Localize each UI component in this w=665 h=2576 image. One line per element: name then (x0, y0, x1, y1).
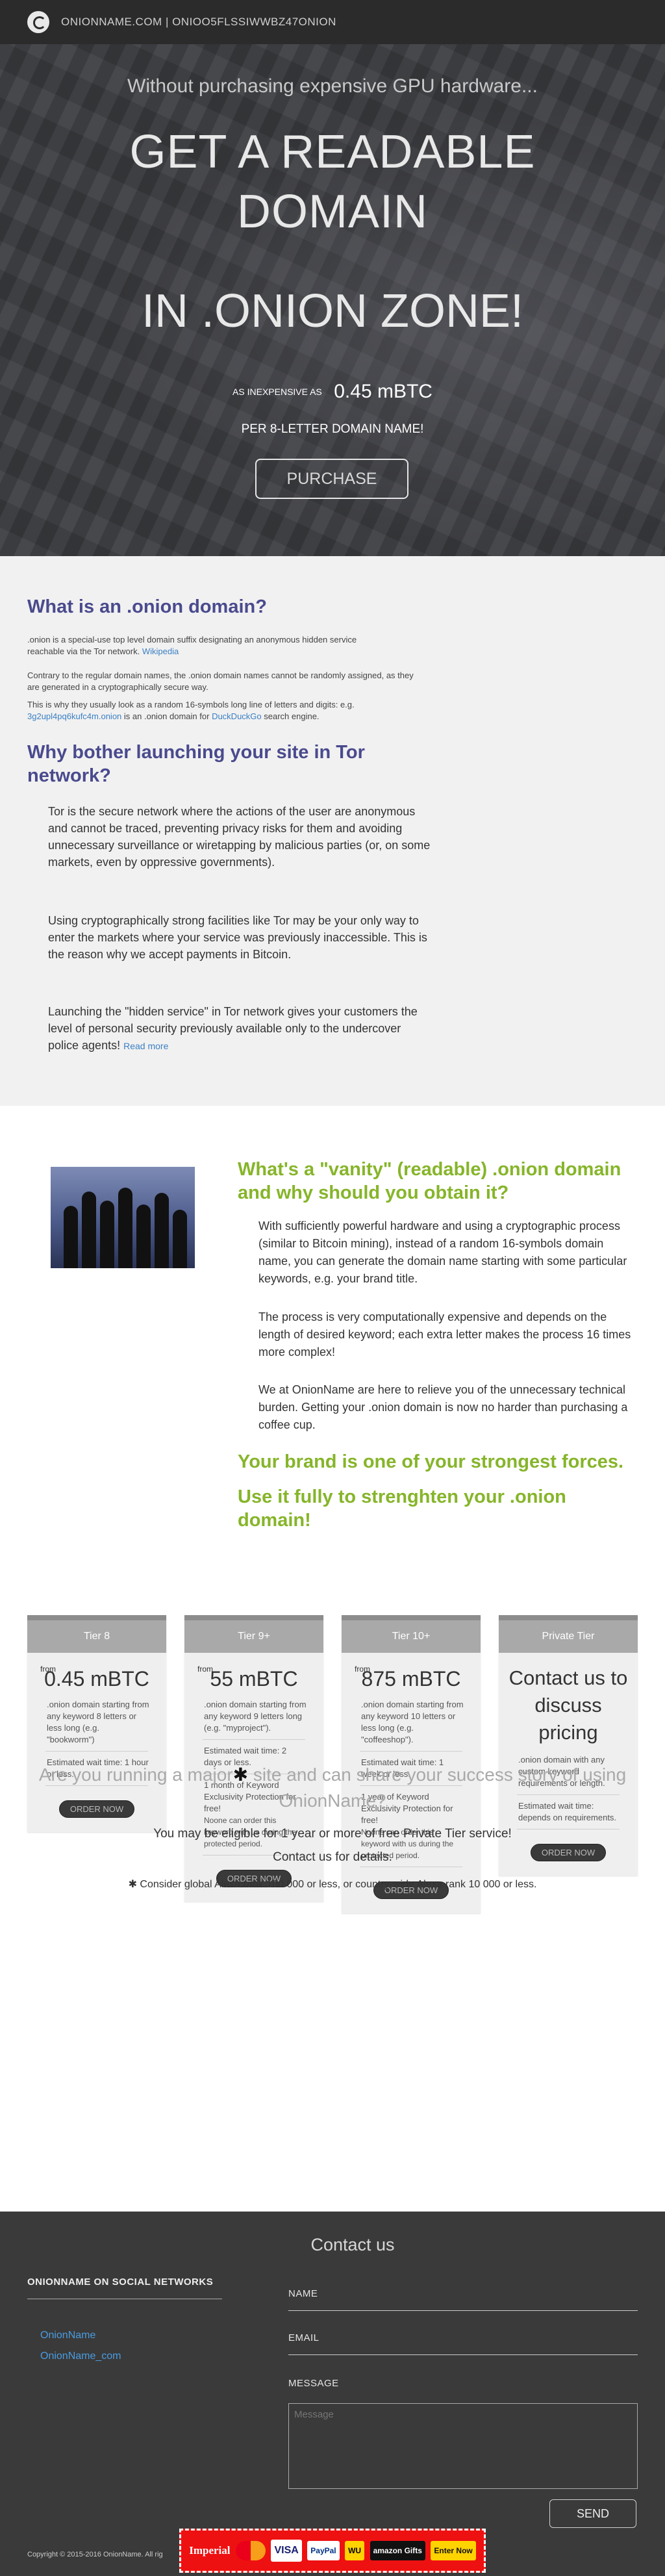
headline-line-3: IN .ONION ZONE! (141, 285, 524, 337)
social-link-onionname[interactable]: OnionName (40, 2330, 95, 2341)
why-paragraph-3: Launching the "hidden service" in Tor ne… (48, 1005, 418, 1052)
imperial-logo: Imperial (189, 2544, 231, 2557)
tier-name: Tier 8 (27, 1615, 166, 1653)
social-link-onionname-com[interactable]: OnionName_com (40, 2351, 121, 2362)
why-paragraph-1: Tor is the secure network where the acti… (48, 805, 431, 869)
amazon-gifts-badge: amazon Gifts (370, 2541, 425, 2560)
contact-title: Contact us (310, 2235, 395, 2254)
enter-now-button[interactable]: Enter Now (431, 2541, 476, 2560)
what-paragraph-1: .onion is a special-use top level domain… (27, 635, 357, 656)
people-silhouettes-image (51, 1167, 195, 1268)
duckduckgo-onion-link[interactable]: 3g2upl4pq6kufc4m.onion (27, 711, 121, 721)
message-textarea[interactable] (288, 2403, 638, 2489)
major-site-question: Are you running a major✱ site and can sh… (38, 1765, 627, 1811)
what-paragraph-3: This is why they usually look as a rando… (27, 700, 355, 721)
purchase-button[interactable]: PURCHASE (255, 459, 408, 499)
wikipedia-link[interactable]: Wikipedia (142, 646, 179, 656)
brand-name[interactable]: ONIONNAME.COM | ONIOO5FLSSIWWBZ47ONION (61, 16, 336, 29)
social-title: ONIONNAME ON SOCIAL NETWORKS (27, 2276, 214, 2288)
tier-name: Tier 9+ (184, 1615, 323, 1653)
duckduckgo-link[interactable]: DuckDuckGo (212, 711, 262, 721)
tier-description: .onion domain starting from any keyword … (47, 1700, 149, 1744)
tier-price: from 55 mBTC (197, 1664, 298, 1690)
onion-logo-icon[interactable] (27, 11, 49, 33)
why-title: Why bother launching your site in Tor ne… (27, 742, 365, 786)
copyright: Copyright © 2015-2016 OnionName. All rig (27, 2551, 163, 2558)
tier-price: from 875 mBTC (355, 1664, 461, 1690)
asterisk-icon: ✱ (232, 1765, 249, 1785)
major-site-offer: Are you running a major✱ site and can sh… (0, 1762, 665, 1891)
tier-price: from 0.45 mBTC (40, 1664, 149, 1690)
footer: Contact us ONIONNAME ON SOCIAL NETWORKS … (0, 2212, 665, 2576)
message-label: MESSAGE (288, 2378, 339, 2389)
visa-badge: VISA (271, 2540, 302, 2562)
headline-line-2: DOMAIN (237, 186, 428, 238)
mastercard-icon (235, 2541, 266, 2560)
price-value: 0.45 mBTC (334, 381, 433, 402)
read-more-link[interactable]: Read more (123, 1041, 168, 1051)
what-is-onion-section: What is an .onion domain? .onion is a sp… (0, 556, 665, 1106)
name-field[interactable]: NAME (288, 2288, 318, 2299)
hero-headline: GET A READABLE DOMAIN (0, 122, 665, 242)
vanity-domain-section: What's a "vanity" (readable) .onion doma… (0, 1106, 665, 1554)
name-field-underline (288, 2310, 638, 2311)
tier-name: Private Tier (499, 1615, 638, 1653)
headline-line-1: GET A READABLE (129, 126, 536, 178)
vanity-paragraph-3: We at OnionName are here to relieve you … (258, 1383, 628, 1431)
payment-badges-banner[interactable]: Imperial VISA PayPal WU amazon Gifts Ent… (179, 2529, 486, 2573)
asterisk-icon: ✱ (128, 1879, 137, 1890)
vanity-paragraph-1: With sufficiently powerful hardware and … (258, 1219, 627, 1285)
major-site-contact: Contact us for details. (273, 1850, 392, 1864)
major-site-footnote: ✱ Consider global Alexa rank 100 000 or … (128, 1879, 537, 1890)
hero-price: AS INEXPENSIVE AS 0.45 mBTC (0, 381, 665, 403)
price-per-note: PER 8-LETTER DOMAIN NAME! (241, 422, 424, 436)
vanity-title: What's a "vanity" (readable) .onion doma… (238, 1159, 621, 1203)
why-paragraph-2: Using cryptographically strong facilitie… (48, 914, 427, 961)
hero-subtitle: Without purchasing expensive GPU hardwar… (127, 75, 538, 97)
vanity-slogan-1: Your brand is one of your strongest forc… (238, 1451, 624, 1472)
western-union-badge: WU (345, 2541, 365, 2560)
what-paragraph-2: Contrary to the regular domain names, th… (27, 670, 414, 692)
vanity-paragraph-2: The process is very computationally expe… (258, 1310, 631, 1358)
tier-contact-pricing: Contact us to discuss pricing (508, 1666, 628, 1744)
email-field[interactable]: EMAIL (288, 2332, 320, 2343)
major-site-eligibility: You may be eligible for 1 year or more o… (153, 1827, 512, 1841)
price-prefix: AS INEXPENSIVE AS (232, 387, 322, 397)
tier-name: Tier 10+ (342, 1615, 481, 1653)
tier-description: .onion domain starting from any keyword … (204, 1700, 307, 1733)
vanity-slogan-2: Use it fully to strenghten your .onion d… (238, 1486, 566, 1531)
send-button[interactable]: SEND (549, 2499, 636, 2528)
what-title: What is an .onion domain? (27, 596, 267, 617)
email-field-underline (288, 2354, 638, 2355)
top-navbar: ONIONNAME.COM | ONIOO5FLSSIWWBZ47ONION (0, 0, 665, 44)
hero-section: Without purchasing expensive GPU hardwar… (0, 44, 665, 556)
paypal-badge: PayPal (307, 2541, 340, 2560)
tier-description: .onion domain starting from any keyword … (361, 1700, 464, 1744)
